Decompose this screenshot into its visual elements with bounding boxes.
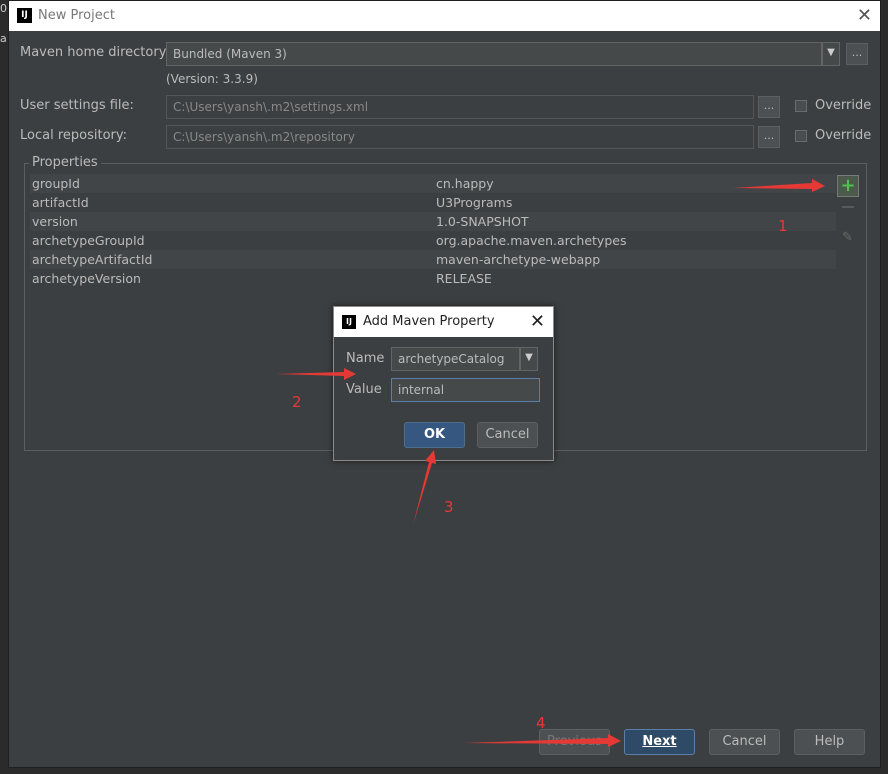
table-row[interactable]: archetypeGroupId org.apache.maven.archet…	[30, 231, 836, 250]
property-name: archetypeArtifactId	[32, 252, 153, 267]
dialog-cancel-button[interactable]: Cancel	[477, 422, 538, 448]
background-editor-strip: 0 a	[0, 0, 8, 774]
user-settings-override-label: Override	[815, 98, 872, 113]
editor-fragment-2: a	[0, 32, 7, 45]
property-name: artifactId	[32, 195, 89, 210]
property-value: maven-archetype-webapp	[436, 252, 601, 267]
table-row[interactable]: artifactId U3Programs	[30, 193, 836, 212]
annotation-3: 3	[444, 498, 454, 516]
intellij-app-icon: IJ	[17, 8, 32, 23]
maven-home-label: Maven home directory:	[20, 45, 170, 60]
property-value: RELEASE	[436, 271, 492, 286]
add-maven-property-dialog: IJ Add Maven Property ✕ Name archetypeCa…	[333, 306, 554, 461]
previous-button[interactable]: Previous	[539, 729, 610, 755]
user-settings-browse-button[interactable]: ...	[758, 96, 780, 118]
property-value: org.apache.maven.archetypes	[436, 233, 627, 248]
name-combo[interactable]: archetypeCatalog	[391, 347, 520, 371]
maven-version-text: (Version: 3.3.9)	[166, 72, 258, 86]
add-property-button[interactable]: +	[837, 175, 859, 197]
cancel-button[interactable]: Cancel	[709, 729, 780, 755]
title-bar: IJ New Project ✕	[9, 1, 880, 31]
chevron-down-icon[interactable]: ▼	[822, 42, 840, 66]
close-icon[interactable]: ✕	[857, 5, 872, 26]
close-icon[interactable]: ✕	[530, 311, 545, 332]
chevron-down-icon[interactable]: ▼	[520, 347, 538, 371]
property-name: archetypeGroupId	[32, 233, 145, 248]
help-button[interactable]: Help	[794, 729, 865, 755]
local-repository-override-label: Override	[815, 128, 872, 143]
maven-home-browse-button[interactable]: ...	[846, 43, 868, 65]
table-row[interactable]: archetypeVersion RELEASE	[30, 269, 836, 288]
local-repository-browse-button[interactable]: ...	[758, 126, 780, 148]
edit-property-icon[interactable]: ✎	[842, 230, 853, 245]
property-name: version	[32, 214, 78, 229]
remove-property-icon[interactable]	[842, 206, 854, 208]
table-row[interactable]: groupId cn.happy	[30, 174, 836, 193]
properties-toolbar: + ✎	[836, 174, 862, 444]
annotation-2: 2	[292, 393, 302, 411]
property-name: archetypeVersion	[32, 271, 141, 286]
local-repository-override-checkbox[interactable]	[795, 130, 807, 142]
table-row[interactable]: version 1.0-SNAPSHOT	[30, 212, 836, 231]
user-settings-field[interactable]: C:\Users\yansh\.m2\settings.xml	[166, 95, 754, 119]
intellij-app-icon: IJ	[342, 315, 356, 329]
local-repository-field[interactable]: C:\Users\yansh\.m2\repository	[166, 125, 754, 149]
user-settings-override-checkbox[interactable]	[795, 100, 807, 112]
property-value: 1.0-SNAPSHOT	[436, 214, 529, 229]
property-name: groupId	[32, 176, 80, 191]
user-settings-label: User settings file:	[20, 98, 134, 113]
value-label: Value	[346, 382, 382, 397]
annotation-1: 1	[778, 217, 788, 235]
next-button[interactable]: Next	[624, 729, 695, 755]
window-title: New Project	[38, 8, 115, 23]
table-row[interactable]: archetypeArtifactId maven-archetype-weba…	[30, 250, 836, 269]
property-value: U3Programs	[436, 195, 513, 210]
dialog-title-bar: IJ Add Maven Property ✕	[334, 307, 553, 337]
properties-title: Properties	[29, 155, 101, 170]
value-input[interactable]: internal	[391, 378, 540, 402]
annotation-4: 4	[536, 714, 546, 732]
local-repository-label: Local repository:	[20, 128, 127, 143]
editor-fragment-1: 0	[0, 2, 7, 15]
maven-home-combo[interactable]: Bundled (Maven 3)	[166, 42, 822, 66]
ok-button[interactable]: OK	[404, 422, 465, 448]
dialog-title: Add Maven Property	[363, 314, 495, 329]
property-value: cn.happy	[436, 176, 494, 191]
name-label: Name	[346, 351, 385, 366]
